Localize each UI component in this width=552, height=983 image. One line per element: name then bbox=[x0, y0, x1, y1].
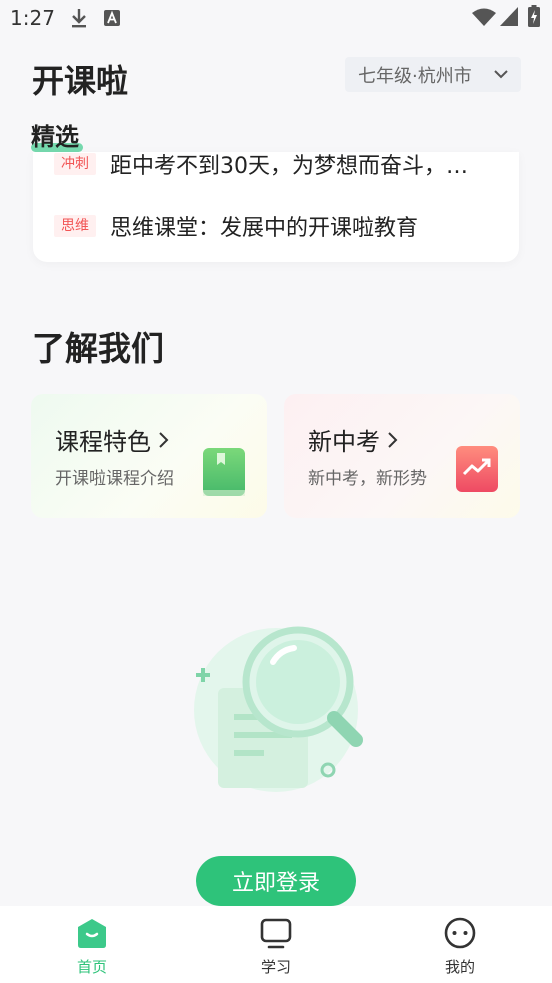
signal-icon bbox=[500, 7, 518, 26]
new-exam-card[interactable]: 新中考 新中考，新形势 bbox=[284, 394, 520, 518]
app-title: 开课啦 bbox=[32, 62, 129, 100]
news-headline: 距中考不到30天，为梦想而奋斗，加油... bbox=[110, 154, 480, 179]
download-icon bbox=[72, 9, 86, 28]
status-bar: 1:27 bbox=[0, 0, 552, 36]
nav-home-label: 首页 bbox=[76, 958, 107, 976]
nav-study[interactable]: 学习 bbox=[216, 906, 336, 983]
course-features-card[interactable]: 课程特色 开课啦课程介绍 bbox=[31, 394, 267, 518]
about-section-title: 了解我们 bbox=[32, 329, 164, 368]
nav-profile[interactable]: 我的 bbox=[400, 906, 520, 983]
card-title: 新中考 bbox=[308, 428, 380, 456]
card-subtitle: 新中考，新形势 bbox=[308, 469, 427, 489]
login-button[interactable]: 立即登录 bbox=[196, 856, 356, 906]
chevron-down-icon bbox=[494, 70, 508, 79]
nav-profile-label: 我的 bbox=[444, 958, 475, 976]
monitor-icon bbox=[259, 916, 293, 950]
news-item[interactable]: 思维 思维课堂：发展中的开课啦教育 bbox=[54, 210, 480, 242]
chevron-right-icon bbox=[388, 431, 398, 448]
featured-section-title: 精选 bbox=[31, 123, 79, 151]
bottom-nav: 首页 学习 我的 bbox=[0, 906, 552, 983]
region-selector[interactable]: 七年级·杭州市 bbox=[345, 57, 521, 92]
profile-face-icon bbox=[443, 916, 477, 950]
a-notification-icon bbox=[104, 10, 120, 26]
news-card: 冲刺 距中考不到30天，为梦想而奋斗，加油... 思维 思维课堂：发展中的开课啦… bbox=[33, 152, 519, 262]
battery-charging-icon bbox=[528, 5, 540, 27]
nav-study-label: 学习 bbox=[260, 958, 291, 976]
news-headline: 思维课堂：发展中的开课啦教育 bbox=[110, 216, 419, 241]
news-item[interactable]: 冲刺 距中考不到30天，为梦想而奋斗，加油... bbox=[54, 152, 480, 180]
card-title-row: 新中考 bbox=[308, 422, 400, 457]
card-title-row: 课程特色 bbox=[55, 422, 171, 457]
book-icon bbox=[203, 448, 245, 496]
trend-chart-icon bbox=[456, 446, 498, 492]
news-tag: 思维 bbox=[54, 215, 96, 237]
card-title: 课程特色 bbox=[55, 428, 151, 456]
home-icon bbox=[75, 916, 109, 950]
card-subtitle: 开课啦课程介绍 bbox=[55, 469, 174, 489]
region-selector-label: 七年级·杭州市 bbox=[358, 65, 472, 87]
wifi-icon bbox=[472, 8, 496, 26]
nav-home[interactable]: 首页 bbox=[32, 906, 152, 983]
chevron-right-icon bbox=[159, 431, 169, 448]
empty-state-magnifier-illustration bbox=[194, 626, 363, 792]
status-time: 1:27 bbox=[10, 6, 55, 30]
news-tag: 冲刺 bbox=[54, 153, 96, 175]
